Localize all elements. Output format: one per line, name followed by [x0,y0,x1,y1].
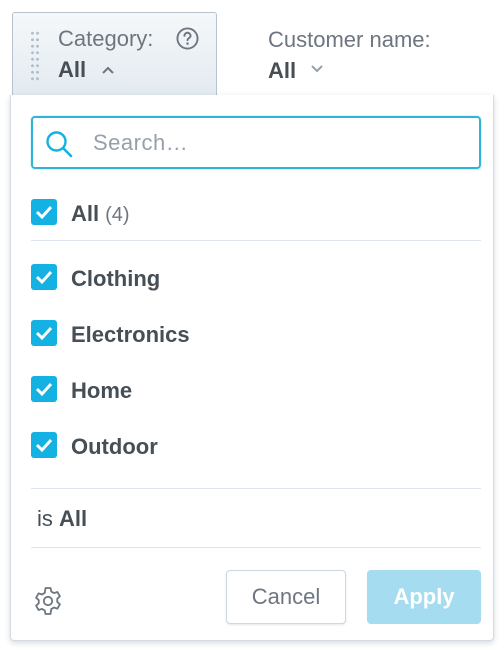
category-filter-label: Category: [58,26,154,51]
option-all-label: All (4) [71,201,130,226]
search-input[interactable] [91,126,465,160]
gear-icon[interactable] [32,585,64,617]
checkbox-checked-icon[interactable] [31,320,57,346]
chevron-down-icon [311,65,323,73]
chevron-up-icon [102,66,114,74]
divider [31,547,481,548]
category-filter-button[interactable]: Category: All [12,12,217,95]
summary-prefix: is [37,506,53,531]
category-filter-value: All [58,57,87,82]
checkbox-checked-icon[interactable] [31,264,57,290]
customer-filter-label: Customer name: [268,27,431,52]
search-box[interactable] [31,116,481,169]
customer-filter-value: All [268,58,297,83]
filter-bar: Category: All Customer name: All [0,0,504,96]
apply-button[interactable]: Apply [367,570,481,624]
selection-summary: is All [37,506,87,532]
option-label: Electronics [71,322,190,347]
cancel-button[interactable]: Cancel [226,570,346,624]
option-label: Clothing [71,266,161,291]
divider [31,488,481,489]
option-all-count: (4) [105,204,130,226]
help-icon[interactable] [176,27,199,50]
checkbox-checked-icon[interactable] [31,432,57,458]
option-label: Outdoor [71,434,158,459]
drag-handle-icon[interactable] [30,30,40,82]
option-label: Home [71,378,133,403]
checkbox-checked-icon[interactable] [31,199,57,225]
checkbox-checked-icon[interactable] [31,376,57,402]
search-icon [46,131,73,158]
divider [31,240,481,241]
category-dropdown-panel: All(4) Clothing Electronics Home Outdoor… [10,95,494,641]
summary-value: All [59,506,88,531]
